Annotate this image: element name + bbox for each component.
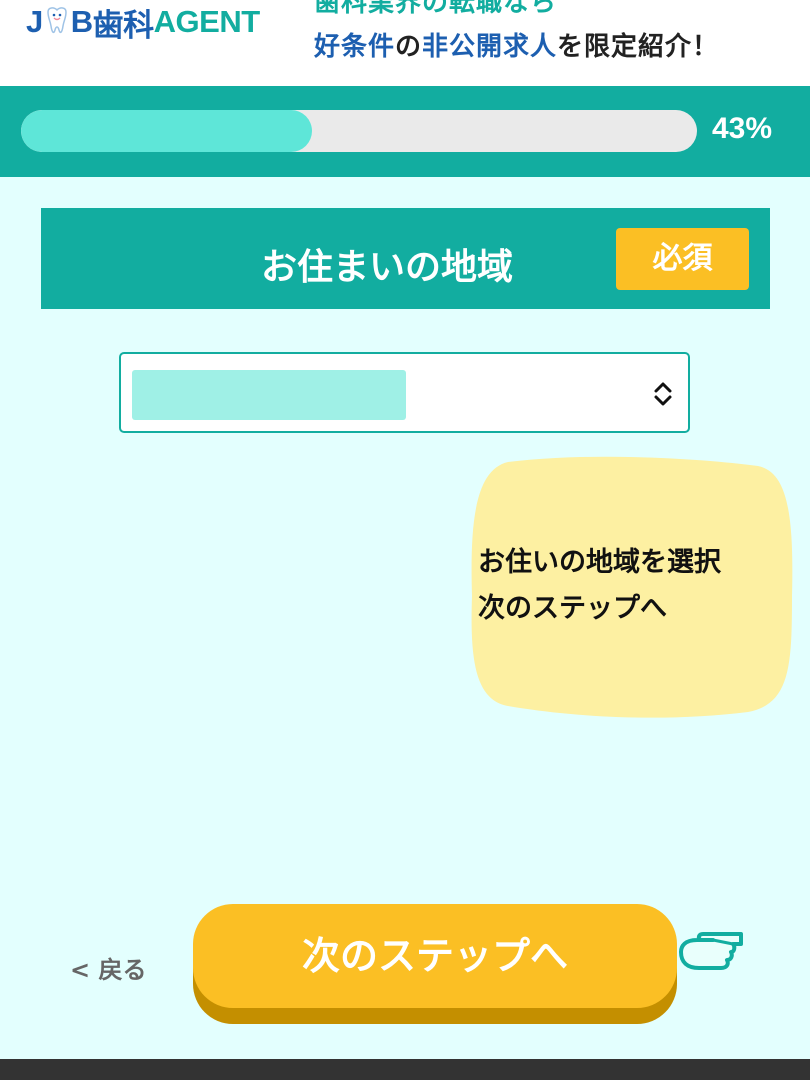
region-select-value bbox=[132, 370, 406, 420]
tagline-line-1: 歯科業界の転職なら bbox=[314, 0, 558, 18]
logo-dental: 歯科 bbox=[92, 7, 155, 43]
logo-letter-j: J bbox=[26, 4, 43, 39]
region-select[interactable] bbox=[119, 352, 690, 433]
back-link[interactable]: < 戻る bbox=[70, 950, 170, 985]
tagline-ending: を限定紹介！ bbox=[557, 32, 720, 62]
tooth-icon bbox=[44, 6, 70, 36]
tagline-highlight-conditions: 好条件 bbox=[314, 32, 396, 62]
site-header: J B 歯科 AGENT 歯科業界の転職なら 好条件の非公開求人を限定紹介！ bbox=[0, 0, 810, 86]
section-title: お住まいの地域 bbox=[261, 247, 514, 288]
progress-percentage: 43% bbox=[712, 112, 773, 145]
required-badge: 必須 bbox=[616, 228, 749, 290]
logo[interactable]: J B 歯科 AGENT bbox=[26, 2, 261, 43]
tip-text: お住いの地域を選択 次のステップへ bbox=[478, 540, 798, 632]
tagline-highlight-private-jobs: 非公開求人 bbox=[422, 32, 558, 62]
tagline-line-2: 好条件の非公開求人を限定紹介！ bbox=[314, 26, 719, 63]
footer-bar bbox=[0, 1059, 810, 1080]
tip-line-2: 次のステップへ bbox=[478, 593, 667, 624]
progress-bar-fill bbox=[21, 110, 312, 152]
pointing-hand-icon bbox=[679, 932, 743, 970]
logo-agent: AGENT bbox=[153, 4, 261, 39]
section-header: お住まいの地域 必須 bbox=[41, 208, 770, 309]
progress-bar bbox=[21, 110, 697, 152]
next-step-button[interactable]: 次のステップへ bbox=[193, 904, 677, 1024]
tagline-particle: の bbox=[395, 32, 423, 62]
tip-line-1: お住いの地域を選択 bbox=[478, 547, 721, 578]
logo-letter-b: B bbox=[70, 4, 93, 39]
progress-section: 43% bbox=[0, 86, 810, 177]
next-step-button-label: 次のステップへ bbox=[193, 904, 677, 1008]
updown-chevron-icon bbox=[651, 378, 675, 410]
